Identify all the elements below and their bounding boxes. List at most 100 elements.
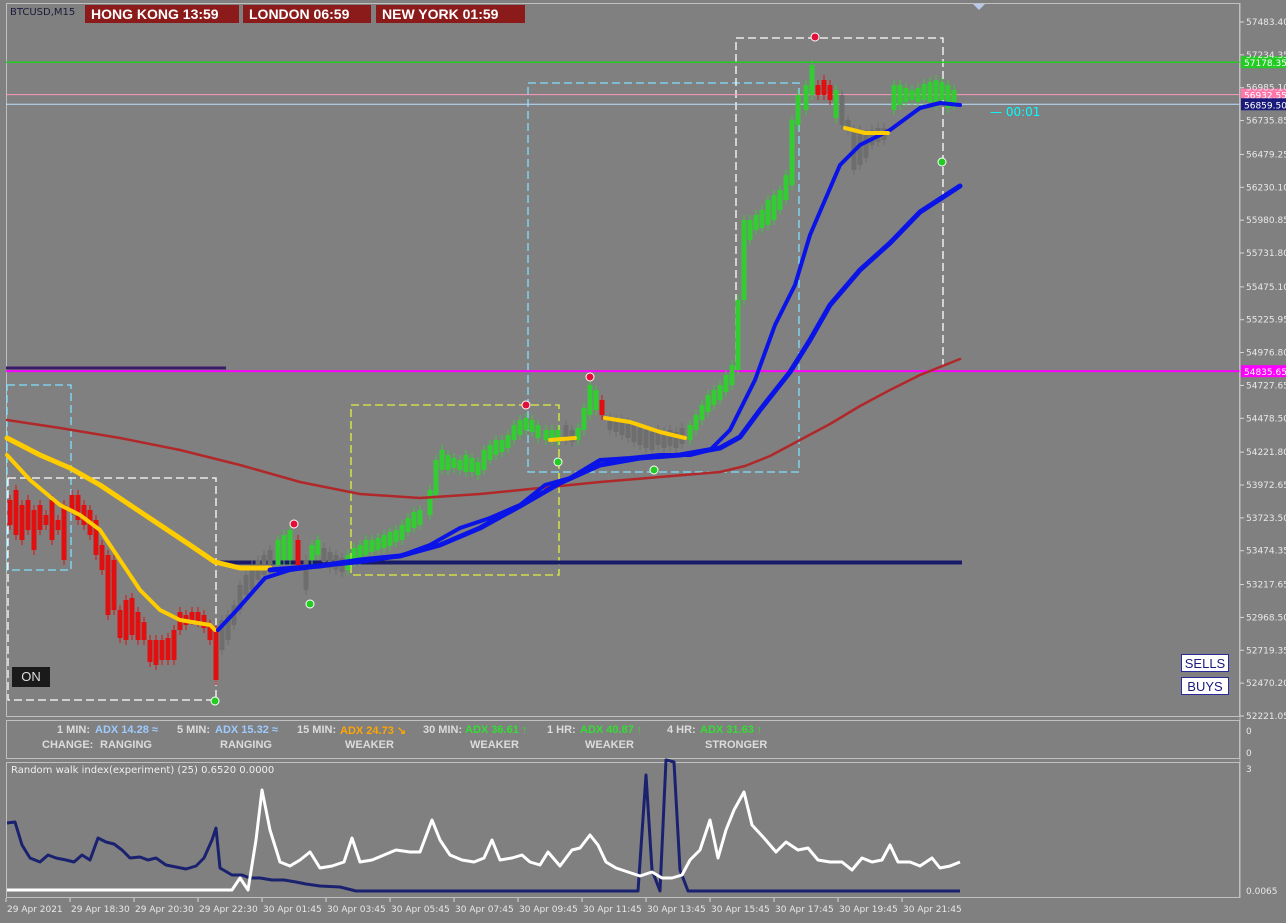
candle-body <box>921 84 927 100</box>
candle-body <box>159 640 165 660</box>
candle-body <box>915 88 921 102</box>
time-tick-label: 29 Apr 2021 <box>7 905 63 915</box>
fractal-marker <box>289 519 299 529</box>
time-tick-label: 30 Apr 19:45 <box>839 905 898 915</box>
candle-body <box>587 385 593 415</box>
candle-body <box>117 610 123 638</box>
price-tag-label: 56859.50 <box>1244 101 1286 111</box>
price-tick-label: 57483.40 <box>1246 18 1286 28</box>
time-tick-label: 30 Apr 21:45 <box>903 905 962 915</box>
adx-value: ADX 24.73 ↘ <box>340 725 407 737</box>
candle-body <box>735 300 741 370</box>
candle-body <box>165 638 171 660</box>
candle-body <box>37 505 43 530</box>
price-tick-label: 56985.10 <box>1246 84 1286 94</box>
candle-body <box>49 500 55 540</box>
price-tag-label: 54835.65 <box>1244 368 1286 378</box>
candle-body <box>783 175 789 200</box>
fractal-marker <box>937 157 947 167</box>
candle-body <box>795 95 801 125</box>
adx-value: ADX 40.87 ↑ <box>580 724 643 736</box>
candle-body <box>599 400 605 415</box>
candle-body <box>7 500 13 525</box>
adx-timeframe-label: 5 MIN: <box>177 724 210 736</box>
candle-body <box>499 440 505 452</box>
candle-body <box>487 445 493 460</box>
time-tick-label: 30 Apr 03:45 <box>327 905 386 915</box>
chart-shift-marker-icon[interactable] <box>973 4 985 10</box>
sells-button[interactable]: SELLS <box>1181 654 1229 672</box>
fractal-marker <box>585 372 595 382</box>
candle-body <box>25 500 31 530</box>
price-tick-label: 52221.05 <box>1246 712 1286 722</box>
adx-value: ADX 15.32 ≈ <box>215 724 278 736</box>
candle-body <box>375 538 381 550</box>
candle-body <box>481 450 487 470</box>
candle-body <box>123 600 129 640</box>
symbol-label: BTCUSD,M15 <box>10 7 76 18</box>
adx-state: WEAKER <box>470 739 519 751</box>
candle-body <box>135 612 141 640</box>
adx-state: STRONGER <box>705 739 768 751</box>
candle-body <box>523 418 529 430</box>
price-tick-label: 55980.85 <box>1246 216 1286 226</box>
candle-body <box>261 555 267 575</box>
on-toggle-button[interactable]: ON <box>12 667 50 687</box>
price-tick-label: 54478.50 <box>1246 414 1286 424</box>
candle-body <box>711 390 717 405</box>
candle-body <box>411 512 417 528</box>
fractal-marker <box>210 696 220 706</box>
price-tick-label: 52470.20 <box>1246 679 1286 689</box>
candle-body <box>129 598 135 635</box>
adx-value: ADX 36.61 ↑ <box>465 724 528 736</box>
candle-body <box>13 490 19 535</box>
trading-terminal: 57178.35 56932.55 56859.50 54835.65 57483.4… <box>0 0 1286 923</box>
candle-body <box>427 490 433 515</box>
adx-timeframe-label: 1 HR: <box>547 724 576 736</box>
price-tick-label: 55731.80 <box>1246 249 1286 259</box>
candle-body <box>469 458 475 472</box>
fractal-marker <box>521 400 531 410</box>
candle-body <box>55 520 61 530</box>
candle-body <box>789 120 795 185</box>
candle-body <box>153 640 159 665</box>
candle-body <box>451 458 457 468</box>
candle-body <box>771 195 777 220</box>
adx-value: ADX 14.28 ≈ <box>95 724 158 736</box>
candle-body <box>903 88 909 102</box>
time-tick-label: 29 Apr 22:30 <box>199 905 258 915</box>
candle-body <box>243 575 249 595</box>
candle-body <box>933 80 939 105</box>
candle-body <box>693 415 699 430</box>
candle-body <box>105 555 111 615</box>
candle-body <box>399 525 405 540</box>
fractal-marker <box>305 599 315 609</box>
candle-body <box>19 505 25 540</box>
time-tick-label: 30 Apr 17:45 <box>775 905 834 915</box>
fractal-marker <box>649 465 659 475</box>
candle-body <box>631 425 637 442</box>
adx-timeframe-label: 1 MIN: <box>57 724 90 736</box>
candle-body <box>493 440 499 455</box>
price-chart[interactable]: 57178.3556932.5556859.5054835.65 57483.4… <box>0 0 1286 923</box>
price-tick-label: 56735.85 <box>1246 117 1286 127</box>
fractal-marker <box>810 32 820 42</box>
price-tick-label: 52719.35 <box>1246 646 1286 656</box>
adx-timeframe-label: 30 MIN: <box>423 724 463 736</box>
candle-body <box>705 395 711 412</box>
price-tick-label: 53217.65 <box>1246 581 1286 591</box>
price-tick-label: 54976.80 <box>1246 349 1286 359</box>
candle-body <box>457 460 463 470</box>
candle-body <box>809 65 815 95</box>
candle-body <box>31 510 37 550</box>
candle-body <box>69 495 75 510</box>
buys-button[interactable]: BUYS <box>1181 677 1229 695</box>
fast-ma-seg <box>548 436 577 442</box>
candle-body <box>699 405 705 420</box>
candle-body <box>687 425 693 440</box>
candle-body <box>393 530 399 542</box>
price-tick-label: 55475.10 <box>1246 283 1286 293</box>
candle-body <box>463 455 469 472</box>
candle-body <box>517 420 523 435</box>
candle-body <box>381 535 387 548</box>
